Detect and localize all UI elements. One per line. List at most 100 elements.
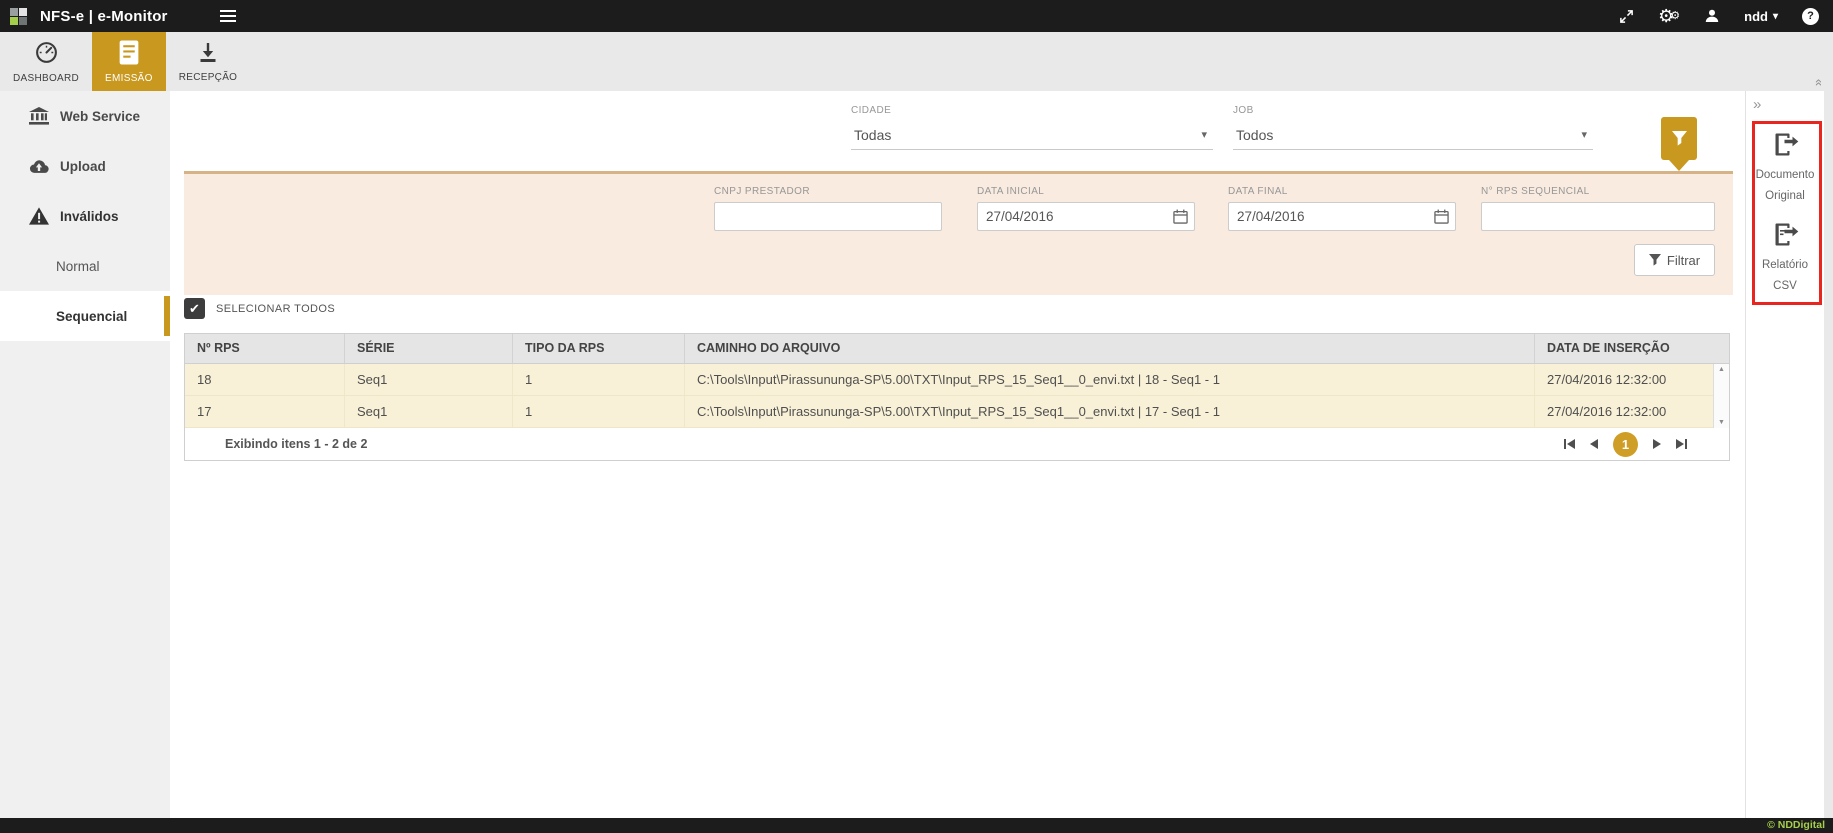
select-all-label: SELECIONAR TODOS [216, 303, 335, 315]
data-final-label: DATA FINAL [1228, 186, 1456, 197]
cloud-upload-icon [28, 158, 50, 174]
bank-icon [28, 107, 50, 125]
caret-down-icon: ▾ [1773, 11, 1778, 22]
cell-data: 27/04/2016 12:32:00 [1535, 396, 1715, 427]
cnpj-input[interactable] [714, 202, 942, 231]
current-page-indicator[interactable]: 1 [1613, 432, 1638, 457]
documento-original-button[interactable]: Documento Original [1746, 131, 1824, 207]
hamburger-menu-icon[interactable] [216, 6, 240, 26]
app-title: NFS-e | e-Monitor [40, 8, 168, 25]
scroll-down-icon[interactable]: ▼ [1718, 419, 1725, 426]
tab-emissao[interactable]: EMISSÃO [92, 32, 166, 91]
sidebar-subitem-normal[interactable]: Normal [0, 241, 170, 291]
copyright-text: © NDDigital [1767, 820, 1825, 831]
user-icon[interactable] [1704, 8, 1720, 24]
rps-sequencial-input[interactable] [1481, 202, 1715, 231]
gauge-icon [34, 40, 59, 68]
column-header-tipo[interactable]: TIPO DA RPS [513, 334, 685, 363]
tab-emissao-label: EMISSÃO [105, 73, 153, 84]
column-header-rps[interactable]: Nº RPS [185, 334, 345, 363]
select-all-checkbox[interactable]: ✔ [184, 298, 205, 319]
column-header-caminho[interactable]: CAMINHO DO ARQUIVO [685, 334, 1535, 363]
cidade-select[interactable]: Todas ▾ [851, 120, 1213, 150]
tab-dashboard-label: DASHBOARD [13, 73, 79, 84]
cidade-value: Todas [854, 127, 1201, 143]
sidebar-item-invalidos[interactable]: Inválidos [0, 191, 170, 241]
settings-gears-icon[interactable]: ⚙⚙ [1658, 7, 1680, 25]
next-page-button[interactable] [1653, 439, 1661, 449]
user-menu[interactable]: ndd ▾ [1744, 9, 1778, 24]
sidebar-subitem-label: Sequencial [56, 309, 127, 324]
funnel-icon [1672, 131, 1687, 146]
cidade-field: CIDADE Todas ▾ [851, 105, 1213, 150]
app-logo-icon [10, 6, 32, 26]
filter-toggle-button[interactable] [1661, 117, 1697, 160]
first-page-button[interactable] [1564, 439, 1575, 449]
download-icon [196, 40, 220, 67]
cell-tipo: 1 [513, 364, 685, 395]
funnel-icon [1649, 254, 1661, 266]
column-header-data[interactable]: DATA DE INSERÇÃO [1535, 334, 1715, 363]
sidebar-subitem-sequencial[interactable]: Sequencial [0, 291, 170, 341]
previous-page-button[interactable] [1590, 439, 1598, 449]
export-label: CSV [1773, 276, 1797, 297]
topbar: NFS-e | e-Monitor ⚙⚙ ndd ▾ ? [0, 0, 1833, 32]
table-scrollbar[interactable]: ▲ ▼ [1713, 364, 1729, 428]
export-label: Documento [1756, 165, 1815, 186]
cell-serie: Seq1 [345, 364, 513, 395]
sidebar-item-label: Inválidos [60, 209, 119, 224]
table-row[interactable]: 18 Seq1 1 C:\Tools\Input\Pirassununga-SP… [185, 364, 1729, 396]
cell-serie: Seq1 [345, 396, 513, 427]
tab-recepcao[interactable]: RECEPÇÃO [166, 32, 251, 91]
job-field: JOB Todos ▾ [1233, 105, 1593, 150]
sidebar-item-upload[interactable]: Upload [0, 141, 170, 191]
job-label: JOB [1233, 105, 1593, 116]
table-row[interactable]: 17 Seq1 1 C:\Tools\Input\Pirassununga-SP… [185, 396, 1729, 428]
footer-bar: © NDDigital [0, 818, 1833, 833]
cell-rps: 17 [185, 396, 345, 427]
collapse-panel-icon[interactable]: » [1753, 97, 1761, 112]
table-body: 18 Seq1 1 C:\Tools\Input\Pirassununga-SP… [185, 364, 1729, 428]
cidade-label: CIDADE [851, 105, 1213, 116]
fullscreen-icon[interactable] [1619, 9, 1634, 24]
user-name: ndd [1744, 9, 1768, 24]
relatorio-csv-button[interactable]: Relatório CSV [1746, 221, 1824, 297]
tab-bar: DASHBOARD EMISSÃO RECEPÇÃO » [0, 32, 1833, 91]
column-header-serie[interactable]: SÉRIE [345, 334, 513, 363]
last-page-button[interactable] [1676, 439, 1687, 449]
results-table: Nº RPS SÉRIE TIPO DA RPS CAMINHO DO ARQU… [184, 333, 1730, 461]
data-final-input[interactable] [1228, 202, 1456, 231]
select-all-row: ✔ SELECIONAR TODOS [184, 298, 335, 319]
export-csv-icon [1772, 221, 1799, 248]
job-value: Todos [1236, 127, 1581, 143]
help-icon[interactable]: ? [1802, 8, 1819, 25]
cell-rps: 18 [185, 364, 345, 395]
calendar-icon[interactable] [1173, 209, 1188, 227]
main-content: CIDADE Todas ▾ JOB Todos ▾ CNPJ PRESTADO… [170, 91, 1745, 818]
scroll-up-icon[interactable]: ▲ [1718, 366, 1725, 373]
table-footer: Exibindo itens 1 - 2 de 2 1 [185, 428, 1729, 460]
items-count-text: Exibindo itens 1 - 2 de 2 [185, 437, 367, 451]
data-inicial-input[interactable] [977, 202, 1195, 231]
collapse-toolbar-icon[interactable]: » [1811, 79, 1824, 86]
app-window: NFS-e | e-Monitor ⚙⚙ ndd ▾ ? [0, 0, 1833, 833]
filter-panel-pointer [1669, 160, 1689, 171]
filter-panel: CNPJ PRESTADOR DATA INICIAL [184, 171, 1733, 295]
topbar-actions: ⚙⚙ ndd ▾ ? [1619, 7, 1819, 25]
check-icon: ✔ [189, 301, 200, 317]
cell-caminho: C:\Tools\Input\Pirassununga-SP\5.00\TXT\… [685, 396, 1535, 427]
filtrar-button-label: Filtrar [1667, 253, 1700, 268]
cnpj-label: CNPJ PRESTADOR [714, 186, 942, 197]
job-select[interactable]: Todos ▾ [1233, 120, 1593, 150]
sidebar-item-web-service[interactable]: Web Service [0, 91, 170, 141]
sidebar-item-label: Upload [60, 159, 106, 174]
filtrar-button[interactable]: Filtrar [1634, 244, 1715, 276]
pagination: 1 [1564, 432, 1729, 457]
export-label: Original [1765, 186, 1805, 207]
calendar-icon[interactable] [1434, 209, 1449, 227]
tab-dashboard[interactable]: DASHBOARD [0, 32, 92, 91]
data-inicial-field: DATA INICIAL [977, 186, 1195, 231]
rps-sequencial-label: N° RPS SEQUENCIAL [1481, 186, 1715, 197]
sidebar-subitem-label: Normal [56, 259, 100, 274]
sidebar-item-label: Web Service [60, 109, 140, 124]
